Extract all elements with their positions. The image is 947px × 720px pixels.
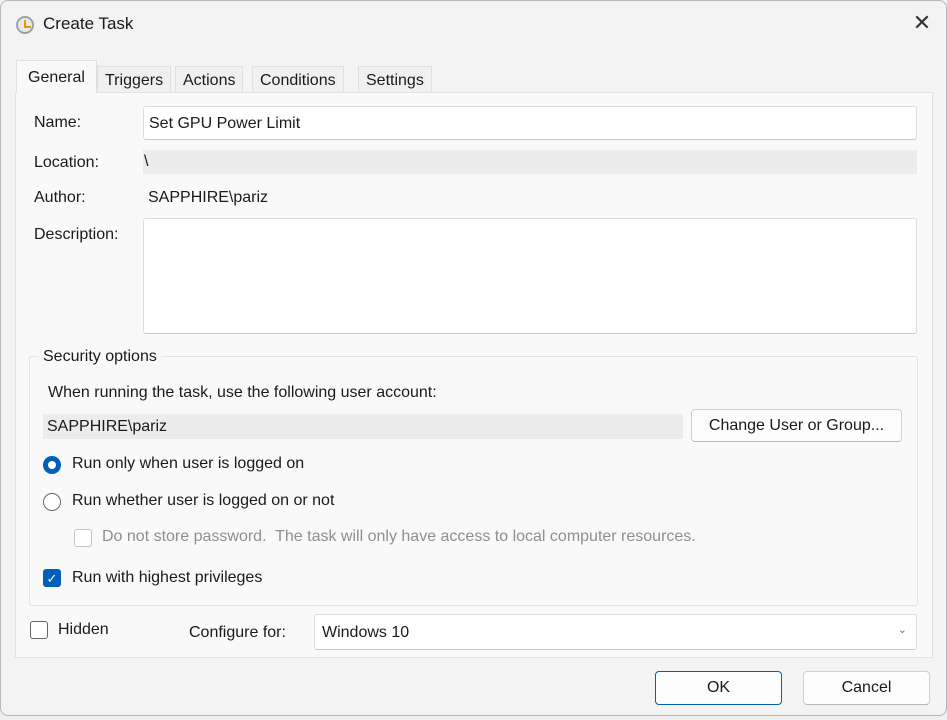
do-not-store-password-checkbox[interactable] (74, 529, 92, 547)
tab-actions[interactable]: Actions (175, 66, 244, 93)
tab-conditions[interactable]: Conditions (252, 66, 344, 93)
cancel-button[interactable]: Cancel (803, 671, 930, 705)
tab-triggers[interactable]: Triggers (97, 66, 172, 93)
run-whether-label[interactable]: Run whether user is logged on or not (72, 492, 334, 510)
run-whether-radio[interactable] (43, 493, 61, 511)
tab-settings[interactable]: Settings (358, 66, 432, 93)
run-logged-on-label[interactable]: Run only when user is logged on (72, 455, 304, 473)
ok-button[interactable]: OK (655, 671, 782, 705)
highest-privileges-label[interactable]: Run with highest privileges (72, 569, 262, 587)
task-scheduler-clock-icon (16, 16, 34, 34)
configure-for-label: Configure for: (189, 624, 286, 641)
author-label: Author: (34, 189, 86, 206)
change-user-or-group-button[interactable]: Change User or Group... (691, 409, 902, 442)
author-value: SAPPHIRE\pariz (148, 189, 269, 206)
configure-for-dropdown[interactable]: Windows 10 ⌄ (314, 614, 917, 650)
hidden-checkbox[interactable] (30, 621, 48, 639)
close-button[interactable]: ✕ (905, 8, 939, 38)
window-title: Create Task (43, 14, 134, 33)
chevron-down-icon: ⌄ (897, 624, 907, 636)
do-not-store-password-label: Do not store password. The task will onl… (102, 528, 696, 545)
user-account-value: SAPPHIRE\pariz (43, 414, 683, 439)
description-label: Description: (34, 226, 119, 243)
location-label: Location: (34, 154, 99, 171)
configure-for-value: Windows 10 (322, 624, 410, 641)
account-prompt: When running the task, use the following… (48, 384, 437, 401)
tab-general[interactable]: General (16, 60, 97, 93)
checkmark-icon: ✓ (46, 571, 58, 586)
security-options-title: Security options (39, 348, 161, 366)
location-value: \ (143, 150, 917, 174)
run-logged-on-radio[interactable] (43, 456, 61, 474)
description-input[interactable] (143, 218, 917, 334)
name-input[interactable]: Set GPU Power Limit (143, 106, 917, 140)
highest-privileges-checkbox[interactable]: ✓ (43, 569, 61, 587)
hidden-label[interactable]: Hidden (58, 621, 109, 639)
name-label: Name: (34, 114, 82, 131)
